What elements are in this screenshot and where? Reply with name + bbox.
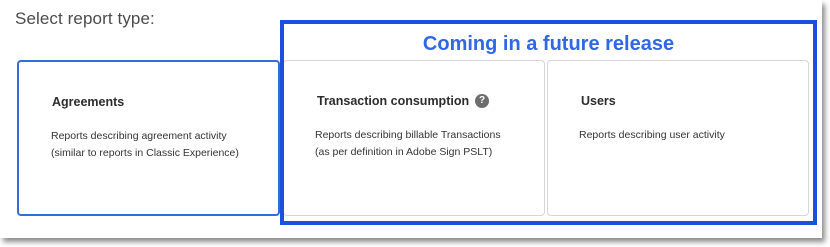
report-card-agreements[interactable]: Agreements Reports describing agreement …: [17, 60, 280, 216]
card-description-line: (as per definition in Adobe Sign PSLT): [315, 146, 493, 158]
card-title-users: Users: [581, 94, 616, 108]
card-description-line: Reports describing billable Transactions: [315, 129, 501, 141]
report-type-heading: Select report type:: [15, 9, 155, 28]
card-description-line: (similar to reports in Classic Experienc…: [51, 147, 239, 159]
card-description-line: Reports describing agreement activity: [51, 130, 227, 142]
question-circle-icon[interactable]: ?: [475, 94, 490, 108]
future-release-annotation: Coming in a future release: [422, 33, 675, 55]
card-description-line: Reports describing user activity: [579, 129, 725, 141]
screenshot-frame: Select report type: Agreements Reports d…: [0, 0, 822, 238]
card-title-label: Transaction consumption: [317, 94, 470, 108]
report-card-users[interactable]: Users Reports describing user activity: [547, 60, 809, 216]
card-description-transaction-consumption: Reports describing billable Transactions…: [315, 127, 501, 161]
card-description-agreements: Reports describing agreement activity (s…: [51, 128, 239, 162]
card-description-users: Reports describing user activity: [579, 127, 725, 144]
card-title-agreements: Agreements: [52, 95, 125, 109]
report-card-transaction-consumption[interactable]: Transaction consumption ? Reports descri…: [283, 60, 545, 216]
card-title-transaction-consumption: Transaction consumption ?: [317, 94, 490, 108]
